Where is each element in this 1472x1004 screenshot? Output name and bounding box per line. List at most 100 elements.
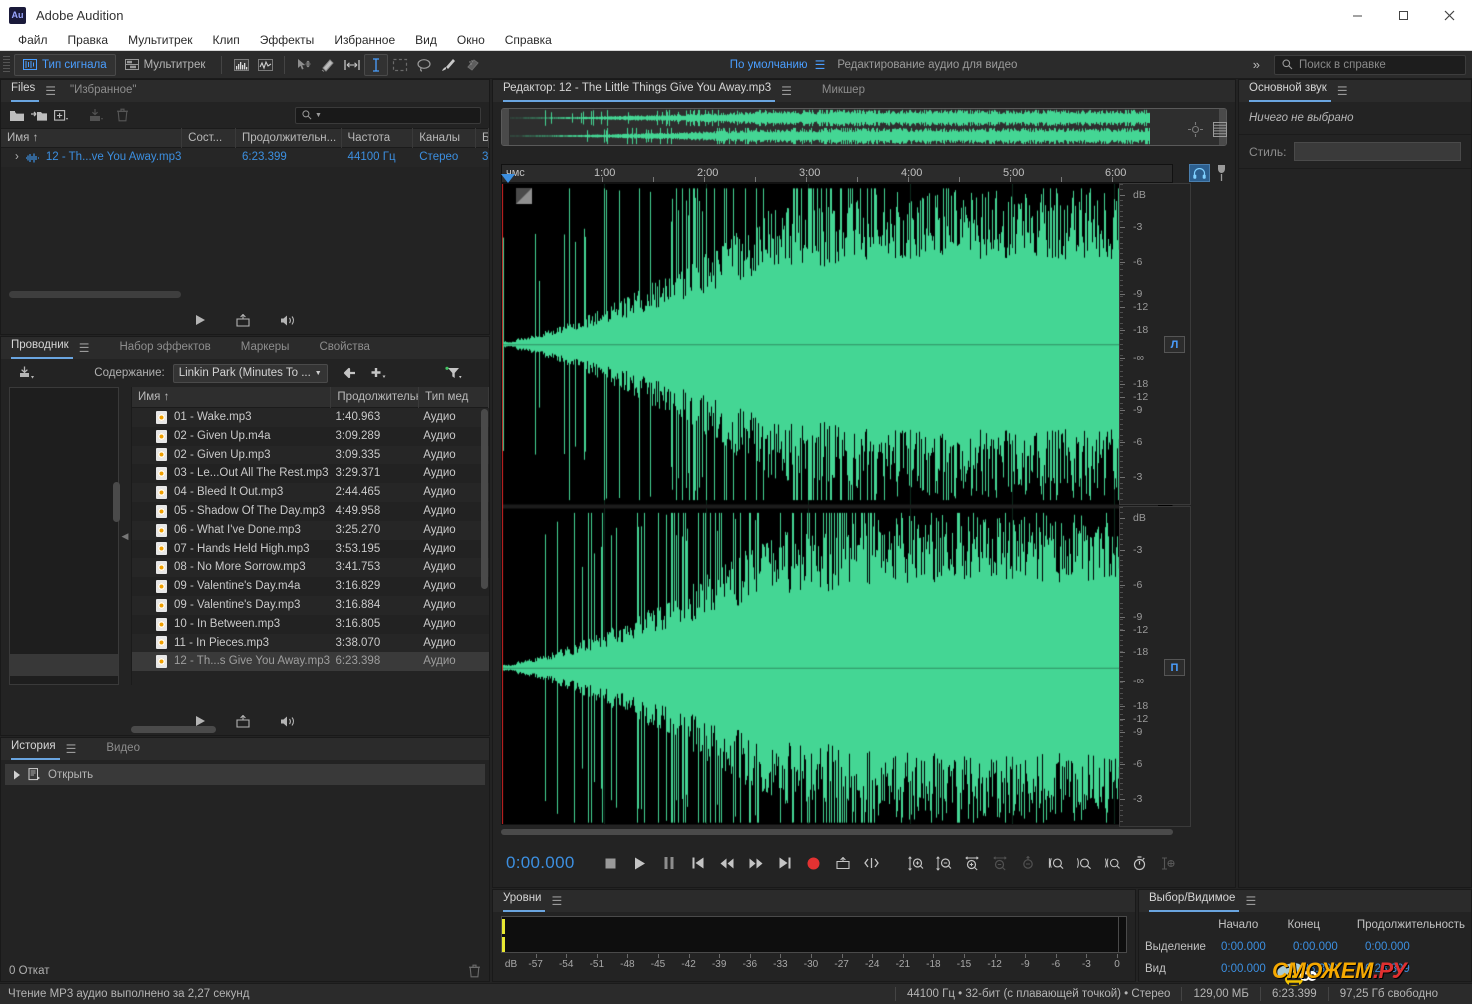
- selview-selection-duration[interactable]: 0:00.000: [1365, 941, 1410, 953]
- explorer-splitter[interactable]: ◀: [119, 387, 131, 685]
- zoom-out-amplitude-icon[interactable]: [935, 855, 952, 871]
- tab-history[interactable]: История: [11, 738, 60, 760]
- row-expander-icon[interactable]: ›: [15, 148, 19, 167]
- levels-panel-menu-icon[interactable]: ☰: [545, 894, 576, 912]
- menu-item-help[interactable]: Справка: [495, 30, 562, 51]
- channel-badge-right[interactable]: П: [1164, 659, 1185, 676]
- zoom-in-amplitude-icon[interactable]: [907, 855, 924, 871]
- slip-tool-icon[interactable]: [316, 54, 340, 76]
- zoom-to-selection-icon[interactable]: [1104, 855, 1120, 871]
- levels-clip-indicator[interactable]: [1118, 917, 1126, 952]
- explorer-tree-scrollbar[interactable]: [113, 482, 120, 522]
- workspace-name[interactable]: По умолчанию: [730, 59, 808, 71]
- playhead-start-marker[interactable]: [501, 174, 515, 183]
- tab-markers[interactable]: Маркеры: [225, 339, 304, 359]
- insert-into-multitrack-icon[interactable]: [236, 313, 250, 327]
- explorer-tree-selected-item[interactable]: [10, 654, 118, 676]
- amplitude-ruler-right-channel[interactable]: П dB -3 -6 -9 -12 -18 -∞ -18 -12 -9 -6 -3: [1119, 506, 1191, 827]
- maximize-button[interactable]: [1380, 0, 1426, 30]
- editor-zoom-navigator[interactable]: [501, 108, 1227, 146]
- editor-waveform-display[interactable]: [501, 183, 1173, 825]
- filter-icon[interactable]: [445, 366, 462, 380]
- close-button[interactable]: [1426, 0, 1472, 30]
- history-entry-open[interactable]: Открыть: [5, 764, 485, 785]
- skip-to-start-button[interactable]: [690, 855, 706, 871]
- channel-layout-icon[interactable]: [1213, 122, 1227, 137]
- reset-zoom-icon[interactable]: [1132, 855, 1148, 871]
- explorer-col-name[interactable]: Имя ↑: [132, 387, 332, 408]
- zoom-to-selection-out-icon[interactable]: [1076, 855, 1092, 871]
- files-col-rate[interactable]: Частота: [342, 128, 414, 148]
- menu-item-file[interactable]: Файл: [8, 30, 58, 51]
- selview-selection-start[interactable]: 0:00.000: [1221, 941, 1293, 953]
- explorer-list-item[interactable]: 03 - Le...Out All The Rest.mp3 3:29.371 Ау…: [132, 464, 489, 484]
- move-tool-icon[interactable]: [292, 54, 316, 76]
- search-dropdown-icon[interactable]: ▼: [315, 112, 322, 119]
- spot-healing-brush-tool-icon[interactable]: [460, 54, 484, 76]
- editor-panel-menu-icon[interactable]: ☰: [775, 84, 806, 102]
- explorer-list-item[interactable]: 10 - In Between.mp3 3:16.805 Аудио: [132, 614, 489, 634]
- tab-effects-rack[interactable]: Набор эффектов: [103, 339, 224, 359]
- add-favorite-icon[interactable]: [370, 367, 386, 380]
- auto-play-icon[interactable]: [280, 715, 296, 728]
- files-search-input[interactable]: ▼: [295, 106, 481, 124]
- insert-into-multitrack-icon[interactable]: [236, 714, 250, 728]
- files-col-channels[interactable]: Каналы: [413, 128, 476, 148]
- essential-style-input[interactable]: [1294, 142, 1461, 161]
- open-file-icon[interactable]: [9, 109, 25, 122]
- toggle-selection-button[interactable]: [864, 855, 880, 871]
- tab-levels[interactable]: Уровни: [503, 890, 546, 912]
- explorer-list-item[interactable]: 06 - What I've Done.mp3 3:25.270 Аудио: [132, 520, 489, 540]
- menu-item-effects[interactable]: Эффекты: [250, 30, 325, 51]
- history-panel-menu-icon[interactable]: ☰: [60, 742, 91, 760]
- new-file-icon[interactable]: [54, 109, 69, 122]
- explorer-list-item[interactable]: 09 - Valentine's Day.m4a 3:16.829 Аудио: [132, 577, 489, 596]
- tab-files[interactable]: Files: [11, 80, 40, 102]
- files-col-duration[interactable]: Продолжительн...: [236, 128, 342, 148]
- tab-video[interactable]: Видео: [90, 740, 154, 760]
- snapping-toggle-icon[interactable]: [1216, 165, 1227, 181]
- spectral-frequency-display-icon[interactable]: [229, 54, 253, 76]
- headphones-preview-icon[interactable]: [1189, 164, 1210, 182]
- stop-button[interactable]: [603, 855, 619, 871]
- menu-item-window[interactable]: Окно: [447, 30, 495, 51]
- editor-horizontal-scrollbar[interactable]: [501, 829, 1173, 835]
- selview-selection-end[interactable]: 0:00.000: [1293, 941, 1365, 953]
- history-delete-icon[interactable]: [468, 964, 481, 978]
- tab-mixer[interactable]: Микшер: [806, 82, 879, 102]
- explorer-list-item[interactable]: 02 - Given Up.m4a 3:09.289 Аудио: [132, 426, 489, 446]
- time-selection-tool-icon[interactable]: [364, 53, 389, 76]
- workspace-menu-icon[interactable]: ☰: [815, 58, 826, 72]
- explorer-list-item[interactable]: 11 - In Pieces.mp3 3:38.070 Аудио: [132, 633, 489, 653]
- play-button[interactable]: [632, 855, 648, 871]
- tab-essential-sound[interactable]: Основной звук: [1249, 80, 1331, 102]
- explorer-list-item[interactable]: 09 - Valentine's Day.mp3 3:16.884 Аудио: [132, 595, 489, 615]
- files-col-name[interactable]: Имя ↑: [1, 128, 183, 148]
- workspace-overflow-icon[interactable]: »: [1253, 57, 1260, 72]
- lasso-selection-tool-icon[interactable]: [412, 54, 436, 76]
- selview-panel-menu-icon[interactable]: ☰: [1239, 894, 1270, 912]
- menu-item-favorites[interactable]: Избранное: [324, 30, 405, 51]
- explorer-list-item[interactable]: 05 - Shadow Of The Day.mp3 4:49.958 Аудио: [132, 501, 489, 521]
- tab-editor[interactable]: Редактор: 12 - The Little Things Give Yo…: [503, 80, 776, 102]
- zoom-to-selection-in-icon[interactable]: [1048, 855, 1064, 871]
- explorer-col-duration[interactable]: Продолжительн...: [331, 387, 420, 408]
- channel-badge-left[interactable]: Л: [1164, 336, 1185, 353]
- help-search-input[interactable]: Поиск в справке: [1274, 54, 1466, 75]
- toolbar-drag-handle[interactable]: [3, 55, 10, 74]
- files-table-row[interactable]: › 12 - Th...ve You Away.mp3 6:23.399 441…: [1, 148, 489, 167]
- menu-item-multitrack[interactable]: Мультитрек: [118, 30, 202, 51]
- menu-item-view[interactable]: Вид: [405, 30, 447, 51]
- explorer-list-item[interactable]: 07 - Hands Held High.mp3 3:53.195 Аудио: [132, 539, 489, 559]
- files-panel-menu-icon[interactable]: ☰: [39, 84, 70, 102]
- spectral-pitch-display-icon[interactable]: [253, 54, 277, 76]
- zoom-crosshair-icon[interactable]: [1188, 122, 1203, 137]
- marquee-selection-tool-icon[interactable]: [388, 54, 412, 76]
- waveform-view-button[interactable]: Тип сигнала: [14, 53, 116, 76]
- tab-properties[interactable]: Свойства: [303, 339, 384, 359]
- multitrack-view-button[interactable]: Мультитрек: [116, 54, 215, 76]
- explorer-col-type[interactable]: Тип мед: [419, 387, 489, 408]
- navigator-left-handle[interactable]: [502, 109, 509, 145]
- explorer-vertical-scrollbar[interactable]: [481, 409, 488, 589]
- minimize-button[interactable]: [1334, 0, 1380, 30]
